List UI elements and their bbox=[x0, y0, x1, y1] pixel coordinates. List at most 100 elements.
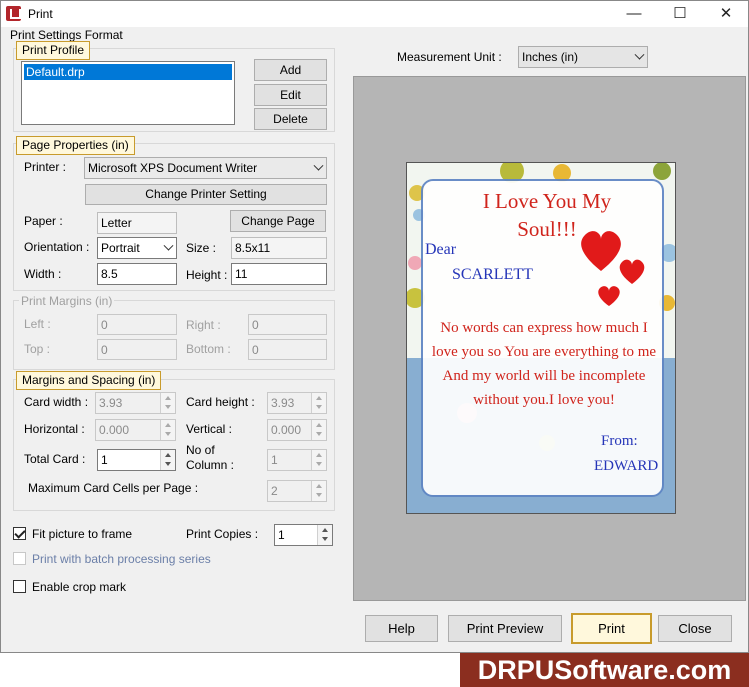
vertical-label: Vertical : bbox=[186, 422, 233, 436]
help-button[interactable]: Help bbox=[365, 615, 438, 642]
printer-select[interactable]: Microsoft XPS Document Writer bbox=[84, 157, 327, 179]
max-cells-label: Maximum Card Cells per Page : bbox=[28, 481, 199, 495]
minimize-button[interactable]: — bbox=[611, 1, 657, 27]
card-height-label: Card height : bbox=[186, 395, 255, 409]
card-to-name: SCARLETT bbox=[452, 266, 533, 283]
fit-picture-label[interactable]: Fit picture to frame bbox=[32, 527, 132, 541]
measurement-unit-select[interactable]: Inches (in) bbox=[518, 46, 648, 68]
batch-label[interactable]: Print with batch processing series bbox=[32, 552, 211, 566]
window-title: Print bbox=[28, 7, 53, 21]
delete-button[interactable]: Delete bbox=[254, 108, 327, 130]
no-of-label: No of bbox=[186, 443, 215, 457]
close-button[interactable]: Close bbox=[658, 615, 732, 642]
card-message: No words can express how much I love you… bbox=[419, 316, 669, 412]
stepper-arrows-icon[interactable] bbox=[160, 393, 175, 413]
print-profile-title: Print Profile bbox=[16, 41, 91, 60]
left-margin-label: Left : bbox=[24, 317, 51, 331]
card-message-line: love you so You are everything to me bbox=[431, 344, 657, 360]
paper-field[interactable]: Letter bbox=[97, 212, 177, 234]
width-field[interactable]: 8.5 bbox=[97, 263, 177, 285]
fit-picture-checkbox[interactable] bbox=[13, 527, 26, 540]
print-copies-value: 1 bbox=[278, 528, 285, 542]
stepper-arrows-icon[interactable] bbox=[311, 450, 326, 470]
stepper-arrows-icon[interactable] bbox=[311, 481, 326, 501]
left-margin-field[interactable]: 0 bbox=[97, 314, 177, 335]
right-margin-field[interactable]: 0 bbox=[248, 314, 327, 335]
width-label: Width : bbox=[24, 267, 62, 281]
print-preview-button[interactable]: Print Preview bbox=[448, 615, 562, 642]
print-copies-stepper[interactable]: 1 bbox=[274, 524, 333, 546]
horizontal-stepper[interactable]: 0.000 bbox=[95, 419, 176, 441]
print-margins-title: Print Margins (in) bbox=[19, 294, 115, 308]
profile-list[interactable]: Default.drp bbox=[21, 61, 235, 125]
chevron-down-icon bbox=[163, 240, 174, 251]
close-window-button[interactable]: ✕ bbox=[703, 1, 749, 27]
measurement-unit-label: Measurement Unit : bbox=[397, 50, 502, 64]
printer-value: Microsoft XPS Document Writer bbox=[88, 161, 258, 175]
card-width-label: Card width : bbox=[24, 395, 89, 409]
vertical-stepper[interactable]: 0.000 bbox=[267, 419, 327, 441]
paper-label: Paper : bbox=[24, 214, 63, 228]
chevron-down-icon bbox=[313, 160, 324, 171]
card-message-line: And my world will be incomplete bbox=[442, 368, 646, 384]
total-card-label: Total Card : bbox=[24, 452, 86, 466]
app-icon bbox=[6, 6, 21, 21]
crop-mark-checkbox[interactable] bbox=[13, 580, 26, 593]
total-card-stepper[interactable]: 1 bbox=[97, 449, 176, 471]
bottom-margin-label: Bottom : bbox=[186, 342, 231, 356]
maximize-button[interactable]: ☐ bbox=[657, 1, 703, 27]
orientation-value: Portrait bbox=[101, 241, 140, 255]
total-card-value: 1 bbox=[101, 453, 108, 467]
no-of-column-stepper[interactable]: 1 bbox=[267, 449, 327, 471]
orientation-label: Orientation : bbox=[24, 240, 90, 254]
stepper-arrows-icon[interactable] bbox=[317, 525, 332, 545]
printer-label: Printer : bbox=[24, 160, 67, 174]
no-of-column-value: 1 bbox=[271, 453, 278, 467]
change-printer-setting-button[interactable]: Change Printer Setting bbox=[85, 184, 327, 205]
size-label: Size : bbox=[186, 241, 217, 255]
card-height-value: 3.93 bbox=[271, 396, 295, 410]
card-heading-line-1: I Love You My bbox=[482, 189, 612, 213]
card-height-stepper[interactable]: 3.93 bbox=[267, 392, 327, 414]
hearts-icon bbox=[581, 231, 645, 306]
max-cells-value: 2 bbox=[271, 484, 278, 498]
brand-banner: DRPUSoftware.com bbox=[460, 653, 749, 687]
card-message-line: No words can express how much I bbox=[440, 320, 648, 336]
top-margin-field[interactable]: 0 bbox=[97, 339, 177, 360]
title-bar: Print — ☐ ✕ bbox=[1, 1, 748, 27]
horizontal-label: Horizontal : bbox=[24, 422, 85, 436]
margins-spacing-title: Margins and Spacing (in) bbox=[16, 371, 162, 390]
stepper-arrows-icon[interactable] bbox=[160, 450, 175, 470]
change-page-button[interactable]: Change Page bbox=[230, 210, 326, 232]
bottom-margin-field[interactable]: 0 bbox=[248, 339, 327, 360]
stepper-arrows-icon[interactable] bbox=[311, 393, 326, 413]
height-field[interactable]: 11 bbox=[231, 263, 327, 285]
orientation-select[interactable]: Portrait bbox=[97, 237, 177, 259]
height-label: Height : bbox=[186, 268, 228, 282]
page-properties-title: Page Properties (in) bbox=[16, 136, 135, 155]
measurement-unit-value: Inches (in) bbox=[522, 50, 579, 64]
chevron-down-icon bbox=[634, 49, 645, 60]
card-message-line: without you.I love you! bbox=[473, 392, 615, 408]
print-copies-label: Print Copies : bbox=[186, 527, 259, 541]
print-button[interactable]: Print bbox=[571, 613, 652, 644]
stepper-arrows-icon[interactable] bbox=[160, 420, 175, 440]
card-from: From: bbox=[601, 433, 638, 449]
card-width-stepper[interactable]: 3.93 bbox=[95, 392, 176, 414]
print-dialog: Print — ☐ ✕ Print Settings Format Print … bbox=[0, 0, 749, 653]
crop-mark-label[interactable]: Enable crop mark bbox=[32, 580, 126, 594]
add-button[interactable]: Add bbox=[254, 59, 327, 81]
vertical-value: 0.000 bbox=[271, 423, 302, 437]
edit-button[interactable]: Edit bbox=[254, 84, 327, 106]
right-margin-label: Right : bbox=[186, 318, 221, 332]
column-label: Column : bbox=[186, 458, 235, 472]
batch-checkbox[interactable] bbox=[13, 552, 26, 565]
horizontal-value: 0.000 bbox=[99, 423, 130, 437]
profile-item[interactable]: Default.drp bbox=[24, 64, 232, 80]
max-cells-stepper[interactable]: 2 bbox=[267, 480, 327, 502]
size-field[interactable]: 8.5x11 bbox=[231, 237, 327, 259]
stepper-arrows-icon[interactable] bbox=[311, 420, 326, 440]
preview-page: I Love You My Soul!!! Dear SCARLETT No w… bbox=[406, 162, 676, 514]
print-preview-area: I Love You My Soul!!! Dear SCARLETT No w… bbox=[353, 76, 746, 601]
card-dear: Dear bbox=[425, 241, 457, 258]
